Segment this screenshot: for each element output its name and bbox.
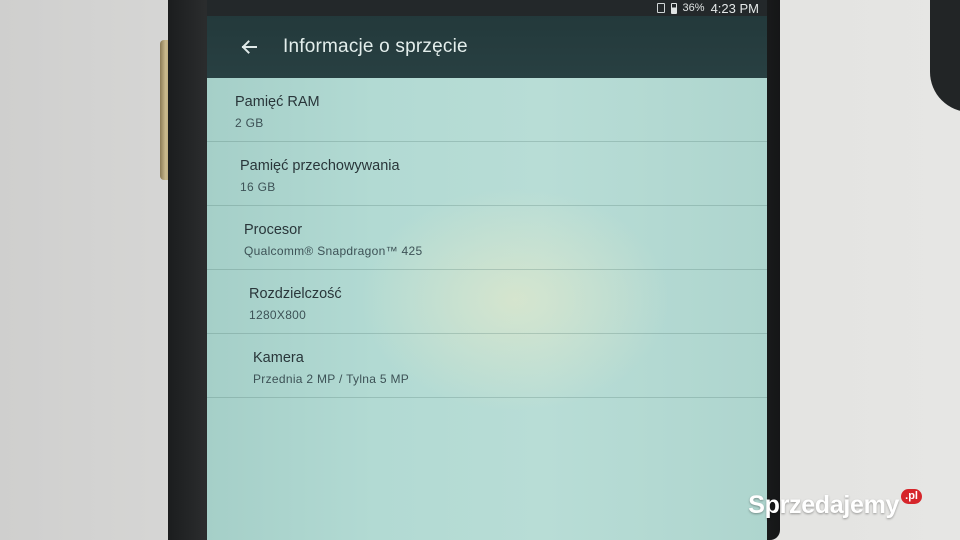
status-indicators: 36% 4:23 PM — [656, 0, 759, 16]
app-bar: Informacje o sprzęcie — [207, 16, 767, 78]
item-title: Rozdzielczość — [249, 286, 342, 302]
tablet-screen: 36% 4:23 PM Informacje o sprzęcie Pamięć… — [207, 0, 767, 540]
item-value: 2 GB — [235, 116, 264, 130]
list-item-storage[interactable]: Pamięć przechowywania 16 GB — [207, 142, 767, 206]
status-bar: 36% 4:23 PM — [207, 0, 767, 16]
item-value: 16 GB — [240, 180, 276, 194]
item-title: Kamera — [253, 350, 304, 366]
item-value: 1280X800 — [249, 308, 307, 322]
watermark-logo: Sprzedajemy .pl — [748, 489, 922, 520]
arrow-left-icon — [241, 40, 257, 54]
hardware-info-list: Pamięć RAM 2 GB Pamięć przechowywania 16… — [207, 78, 767, 398]
hardware-info-content: Pamięć RAM 2 GB Pamięć przechowywania 16… — [207, 78, 767, 540]
sim-card-icon — [656, 3, 665, 13]
background-object — [930, 0, 960, 112]
list-item-camera[interactable]: Kamera Przednia 2 MP / Tylna 5 MP — [207, 334, 767, 398]
item-title: Pamięć przechowywania — [240, 158, 400, 174]
battery-icon — [670, 2, 677, 14]
list-item-processor[interactable]: Procesor Qualcomm® Snapdragon™ 425 — [207, 206, 767, 270]
status-clock: 4:23 PM — [710, 0, 759, 16]
watermark-badge: .pl — [901, 489, 922, 504]
watermark-text: Sprzedajemy — [748, 491, 900, 519]
item-value: Przednia 2 MP / Tylna 5 MP — [253, 372, 410, 386]
battery-percentage: 36% — [682, 2, 705, 14]
item-value: Qualcomm® Snapdragon™ 425 — [244, 244, 423, 258]
item-title: Pamięć RAM — [235, 94, 320, 110]
back-button[interactable] — [229, 27, 269, 67]
list-item-resolution[interactable]: Rozdzielczość 1280X800 — [207, 270, 767, 334]
item-title: Procesor — [244, 222, 303, 238]
list-item-ram[interactable]: Pamięć RAM 2 GB — [207, 78, 767, 142]
page-title: Informacje o sprzęcie — [283, 36, 468, 57]
